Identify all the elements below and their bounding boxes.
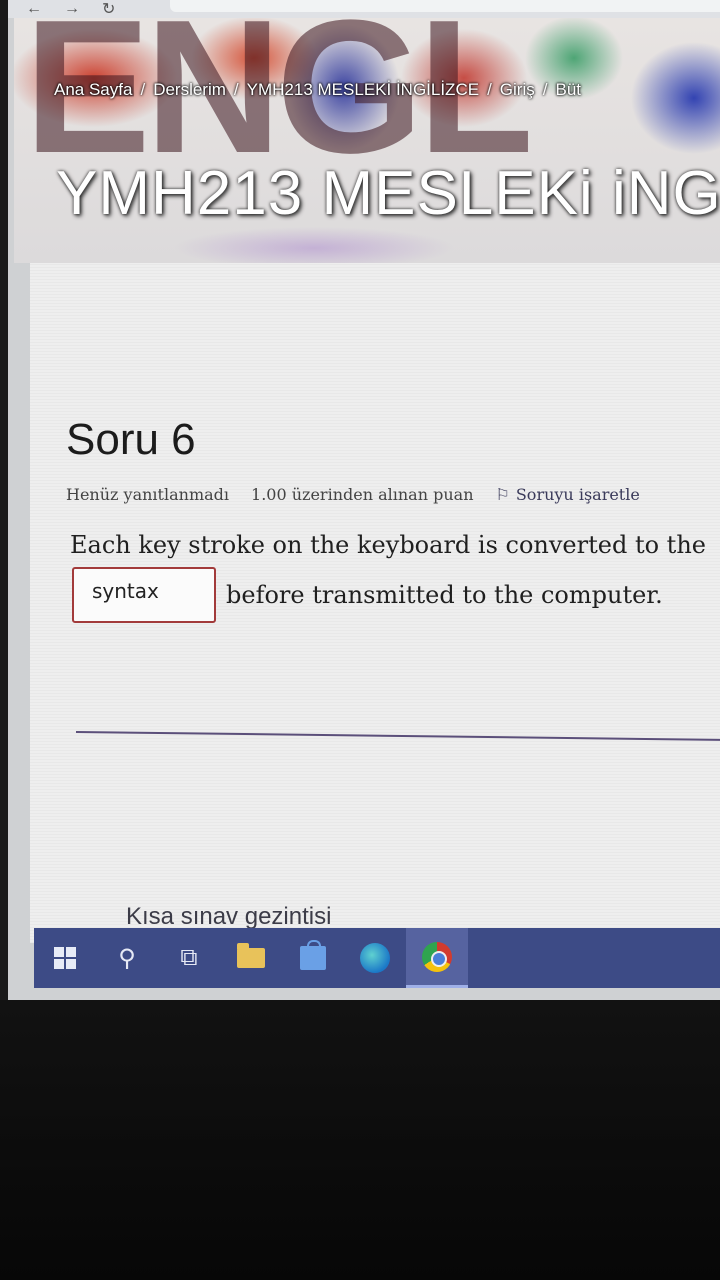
- question-points: 1.00 üzerinden alınan puan: [251, 485, 474, 504]
- file-explorer-button[interactable]: [220, 928, 282, 988]
- search-button[interactable]: ⚲: [96, 928, 158, 988]
- question-info: Henüz yanıtlanmadı 1.00 üzerinden alınan…: [66, 485, 640, 504]
- breadcrumb-separator: /: [233, 80, 239, 99]
- monitor-screen: ← → ↻ ENGL Ana Sayfa / Derslerim / YMH21…: [0, 0, 720, 1000]
- breadcrumb-section[interactable]: Giriş: [500, 80, 535, 100]
- windows-logo-icon: [54, 947, 76, 969]
- monitor-bezel: [0, 0, 8, 1000]
- course-title: YMH213 MESLEKi iNG: [56, 159, 720, 228]
- flag-question-link[interactable]: ⚐ Soruyu işaretle: [496, 485, 640, 504]
- quiz-navigation-title: Kısa sınav gezintisi: [126, 903, 332, 930]
- edge-button[interactable]: [344, 928, 406, 988]
- flag-icon: ⚐: [495, 485, 510, 504]
- answer-input[interactable]: syntax: [72, 567, 216, 623]
- breadcrumb-course[interactable]: YMH213 MESLEKİ İNGİLİZCE: [247, 80, 479, 100]
- chrome-button[interactable]: [406, 928, 468, 988]
- start-button[interactable]: [34, 928, 96, 988]
- breadcrumb-quiz[interactable]: Büt: [555, 80, 581, 100]
- task-view-icon: ⧉: [180, 944, 198, 971]
- forward-arrow-icon[interactable]: →: [64, 0, 80, 18]
- edge-icon: [360, 943, 390, 973]
- taskbar-empty-area: [468, 928, 720, 988]
- store-button[interactable]: [282, 928, 344, 988]
- reload-icon[interactable]: ↻: [102, 0, 115, 19]
- section-divider: [75, 731, 720, 742]
- course-header-banner: ENGL Ana Sayfa / Derslerim / YMH213 MESL…: [14, 18, 720, 263]
- breadcrumb-separator: /: [487, 80, 492, 99]
- question-text-part-1: Each key stroke on the keyboard is conve…: [70, 531, 706, 559]
- windows-taskbar: ⚲ ⧉: [34, 928, 720, 988]
- laptop-body: [0, 1000, 720, 1280]
- question-text-part-2: before transmitted to the computer.: [226, 581, 663, 609]
- breadcrumb-my-courses[interactable]: Derslerim: [153, 80, 226, 100]
- question-number-heading: Soru 6: [66, 415, 196, 464]
- back-arrow-icon[interactable]: ←: [26, 0, 42, 18]
- breadcrumb-separator: /: [542, 80, 548, 99]
- chrome-icon: [422, 941, 452, 972]
- breadcrumb: Ana Sayfa / Derslerim / YMH213 MESLEKİ İ…: [54, 80, 581, 100]
- breadcrumb-separator: /: [140, 80, 146, 99]
- address-bar[interactable]: [170, 0, 720, 12]
- search-icon: ⚲: [118, 944, 136, 972]
- folder-icon: [237, 943, 265, 968]
- store-icon: [300, 940, 326, 970]
- quiz-question-area: Soru 6 Henüz yanıtlanmadı 1.00 üzerinden…: [30, 263, 720, 943]
- task-view-button[interactable]: ⧉: [158, 928, 220, 988]
- answer-status: Henüz yanıtlanmadı: [66, 485, 230, 504]
- flag-question-label: Soruyu işaretle: [515, 485, 640, 504]
- breadcrumb-home[interactable]: Ana Sayfa: [54, 80, 132, 100]
